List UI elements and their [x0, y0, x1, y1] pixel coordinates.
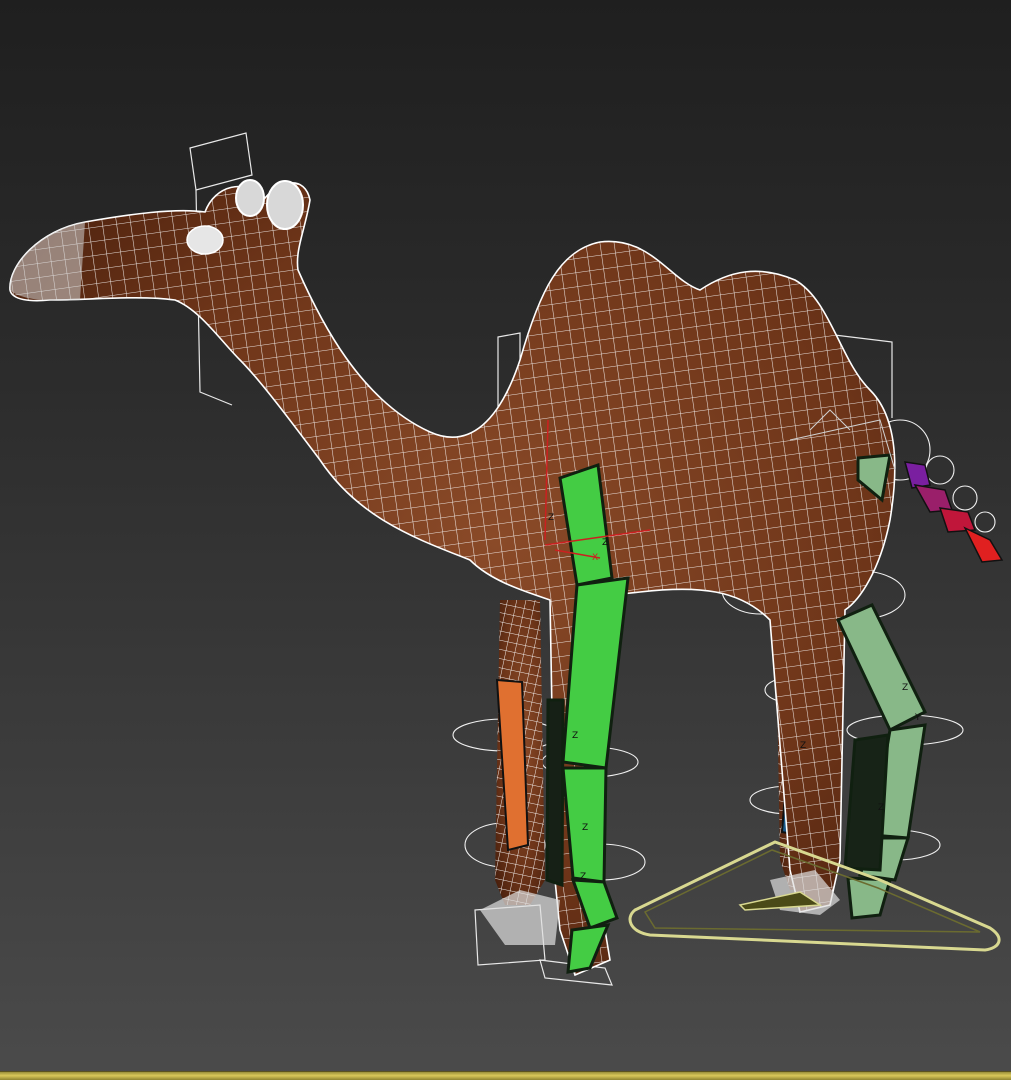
- axis-label-z: Z: [582, 823, 588, 833]
- axis-label-z: Z: [902, 683, 908, 693]
- far-bones[interactable]: [495, 678, 824, 852]
- axis-label-z: Z: [800, 741, 806, 751]
- axis-label-z: Z: [602, 538, 608, 548]
- camel-mesh[interactable]: [9, 179, 896, 977]
- viewport-perspective[interactable]: Z Z Z Z Z Z Z Z X Y: [0, 0, 1011, 1080]
- axis-label-z: Z: [878, 803, 884, 813]
- axis-label-z: Z: [572, 731, 578, 741]
- scene-canvas[interactable]: Z Z Z Z Z Z Z Z X Y: [0, 0, 1011, 1080]
- axis-label-z: Z: [580, 872, 586, 882]
- axis-label-x: X: [592, 553, 598, 563]
- axis-label-y: Y: [914, 713, 921, 723]
- axis-label-z: Z: [548, 513, 554, 523]
- timeline-slider[interactable]: [0, 1071, 1011, 1080]
